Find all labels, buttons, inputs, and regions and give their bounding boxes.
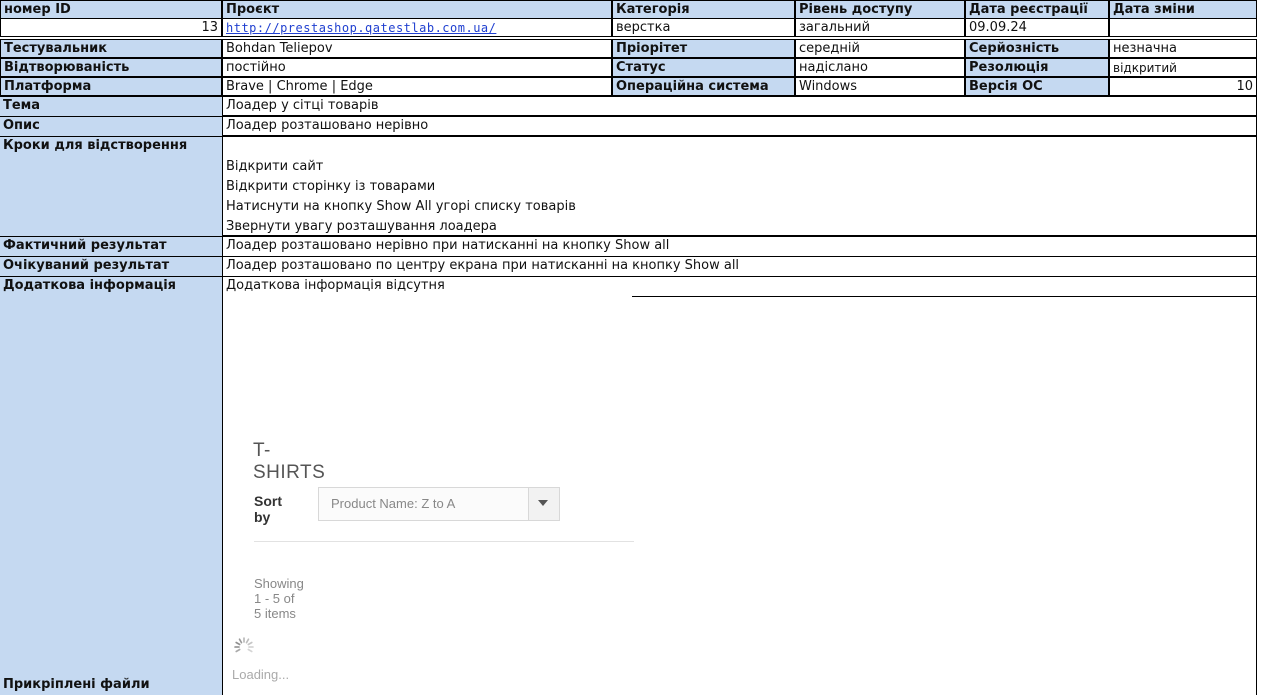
header-reg-date: Дата реєстрації — [965, 0, 1109, 19]
repro-value: постійно — [222, 58, 612, 77]
sort-select-value: Product Name: Z to A — [331, 496, 456, 511]
expected-value: Лоадер розташовано по центру екрана при … — [222, 256, 1257, 277]
priority-value: середній — [795, 39, 965, 58]
resolution-value: відкритий — [1109, 58, 1257, 77]
attachments-label: Прикріплені файли — [3, 677, 150, 692]
record-mod-date — [1109, 18, 1257, 37]
record-project-cell: http://prestashop.qatestlab.com.ua/ — [222, 18, 612, 37]
severity-value: незначна — [1109, 39, 1257, 58]
extra-value: Додаткова інформація відсутня — [222, 276, 1257, 296]
os-label: Операційна система — [612, 77, 795, 96]
step-item: Звернути увагу розташування лоадера — [226, 219, 497, 234]
sort-dropdown-button[interactable] — [528, 488, 559, 520]
chevron-down-icon — [538, 500, 548, 506]
desc-value: Лоадер розташовано нерівно — [222, 116, 1257, 136]
right-border-line — [1256, 276, 1257, 695]
label-column-bg — [0, 96, 222, 695]
record-category: верстка — [612, 18, 795, 37]
header-project: Проєкт — [222, 0, 612, 19]
actual-label: Фактичний результат — [0, 236, 222, 256]
divider — [254, 541, 634, 542]
step-item: Відкрити сайт — [226, 159, 324, 174]
topic-label: Тема — [0, 96, 222, 116]
steps-list: Відкрити сайт Відкрити сторінку із товар… — [222, 136, 1257, 236]
status-label: Статус — [612, 58, 795, 77]
resolution-label: Резолюція — [965, 58, 1109, 77]
extra-label: Додаткова інформація — [0, 276, 222, 296]
platform-label: Платформа — [0, 77, 222, 96]
severity-label: Серйозність — [965, 39, 1109, 58]
category-title: T-SHIRTS — [253, 440, 326, 483]
priority-label: Пріорітет — [612, 39, 795, 58]
header-access: Рівень доступу — [795, 0, 965, 19]
attachments-left-border — [222, 296, 223, 695]
os-version-label: Версія ОС — [965, 77, 1109, 96]
sort-select[interactable]: Product Name: Z to A — [318, 487, 560, 521]
tester-label: Тестувальник — [0, 39, 222, 58]
showing-count: Showing 1 - 5 of 5 items — [254, 576, 304, 621]
status-value: надіслано — [795, 58, 965, 77]
step-item: Натиснути на кнопку Show All угорі списк… — [226, 199, 576, 214]
actual-value: Лоадер розташовано нерівно при натисканн… — [222, 236, 1257, 257]
desc-label: Опис — [0, 116, 222, 136]
header-id: номер ID — [0, 0, 222, 19]
os-value: Windows — [795, 77, 965, 96]
header-category: Категорія — [612, 0, 795, 19]
step-item: Відкрити сторінку із товарами — [226, 179, 436, 194]
platform-value: Brave | Chrome | Edge — [222, 77, 612, 96]
loading-text: Loading... — [232, 667, 290, 682]
repro-label: Відтворюваність — [0, 58, 222, 77]
record-access: загальний — [795, 18, 965, 37]
os-version-value: 10 — [1109, 77, 1257, 96]
project-link[interactable]: http://prestashop.qatestlab.com.ua/ — [226, 21, 496, 35]
loading-spinner-icon — [234, 637, 254, 653]
steps-label: Кроки для відстворення — [0, 136, 222, 154]
header-mod-date: Дата зміни — [1109, 0, 1257, 19]
tester-value: Bohdan Teliepov — [222, 39, 612, 58]
extra-row-bottom-line — [632, 296, 1257, 297]
record-id: 13 — [0, 18, 222, 37]
topic-value: Лоадер у сітці товарів — [222, 96, 1257, 116]
record-reg-date: 09.09.24 — [965, 18, 1109, 37]
sort-by-label: Sort by — [254, 493, 282, 525]
expected-label: Очікуваний результат — [0, 256, 222, 276]
